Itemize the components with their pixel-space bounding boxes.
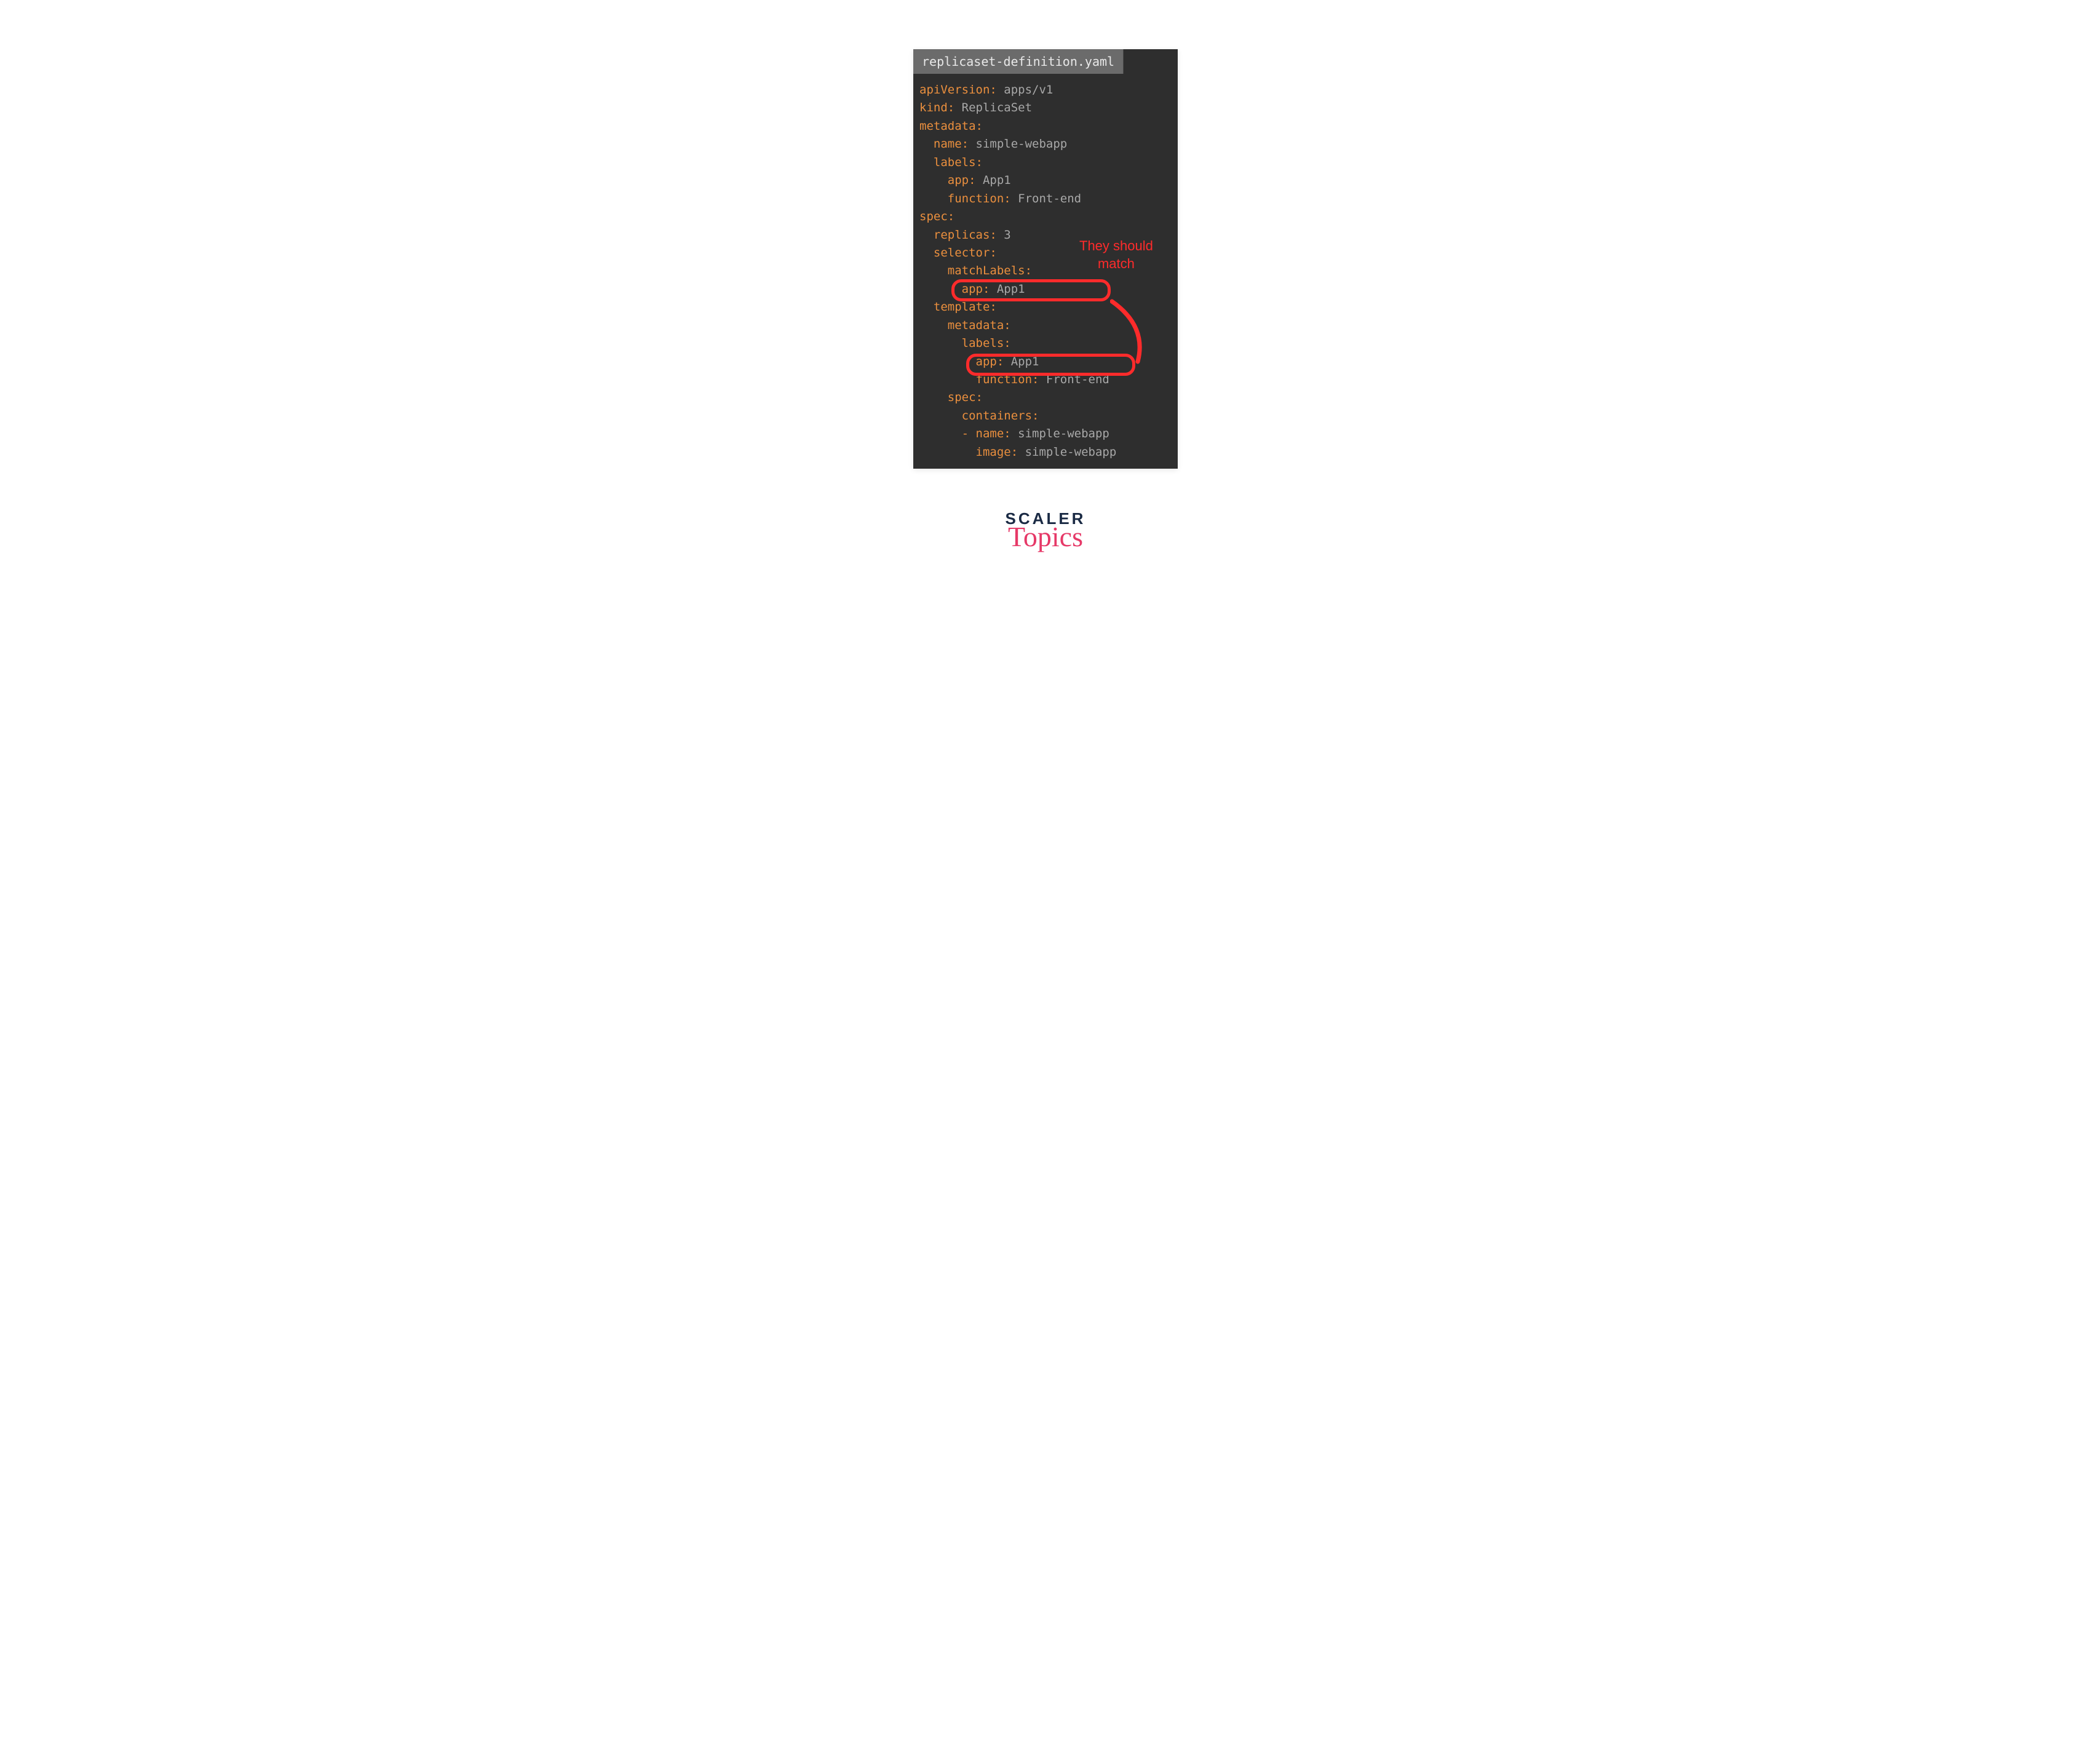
- code-line: function: Front-end: [919, 190, 1172, 208]
- code-line: apiVersion: apps/v1: [919, 81, 1172, 99]
- code-line: app: App1: [919, 172, 1172, 189]
- file-tab[interactable]: replicaset-definition.yaml: [913, 49, 1124, 74]
- code-line: labels:: [919, 154, 1172, 172]
- code-line: spec:: [919, 208, 1172, 226]
- code-line: app: App1: [919, 280, 1172, 298]
- code-line: metadata:: [919, 317, 1172, 335]
- code-editor: replicaset-definition.yaml apiVersion: a…: [913, 49, 1178, 469]
- code-content: apiVersion: apps/v1 kind: ReplicaSet met…: [913, 74, 1178, 469]
- code-line: labels:: [919, 335, 1172, 352]
- code-line: metadata:: [919, 117, 1172, 135]
- code-line: containers:: [919, 407, 1172, 425]
- code-line: function: Front-end: [919, 371, 1172, 389]
- code-line: image: simple-webapp: [919, 443, 1172, 461]
- annotation-label: They shouldmatch: [1079, 237, 1153, 272]
- tab-bar: replicaset-definition.yaml: [913, 49, 1178, 74]
- scaler-topics-logo: SCALER Topics: [1006, 512, 1086, 550]
- logo-sub: Topics: [1008, 523, 1083, 551]
- code-line: - name: simple-webapp: [919, 425, 1172, 443]
- tab-bar-empty: [1124, 49, 1178, 74]
- code-line: spec:: [919, 389, 1172, 407]
- code-line: app: App1: [919, 353, 1172, 371]
- code-line: name: simple-webapp: [919, 135, 1172, 153]
- code-line: kind: ReplicaSet: [919, 99, 1172, 117]
- code-line: template:: [919, 298, 1172, 316]
